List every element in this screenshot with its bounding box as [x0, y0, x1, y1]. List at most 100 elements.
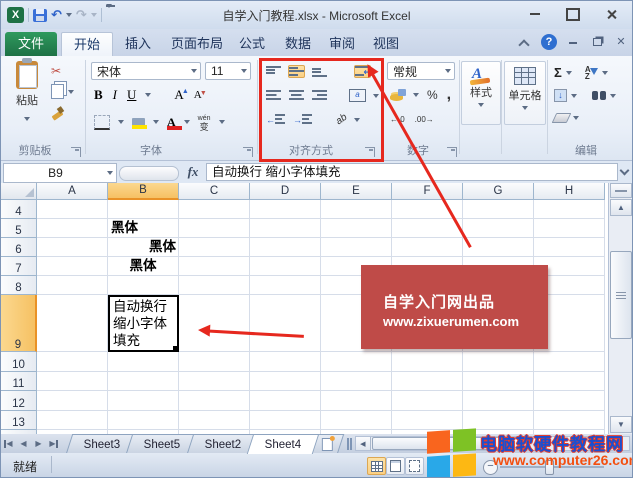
cell-F6[interactable] — [392, 238, 463, 257]
name-box[interactable]: B9 — [3, 163, 117, 183]
tab-page-layout[interactable]: 页面布局 — [159, 32, 235, 56]
select-all-corner[interactable] — [1, 183, 37, 200]
scroll-up-button[interactable]: ▲ — [610, 199, 632, 216]
column-header-C[interactable]: C — [179, 183, 250, 200]
workbook-restore-icon[interactable] — [589, 35, 605, 49]
column-header-G[interactable]: G — [463, 183, 534, 200]
cell-F11[interactable] — [392, 372, 463, 391]
row-header-13[interactable]: 13 — [1, 411, 37, 430]
column-header-H[interactable]: H — [534, 183, 605, 200]
cell-B12[interactable] — [108, 391, 179, 411]
number-dialog-launcher-icon[interactable] — [447, 147, 457, 157]
cell-B4[interactable] — [108, 200, 179, 219]
cell-D7[interactable] — [250, 257, 321, 276]
find-select-button[interactable] — [591, 90, 607, 101]
cells-dropdown-icon[interactable] — [522, 106, 528, 110]
column-header-B[interactable]: B — [108, 183, 179, 200]
sort-filter-dropdown-icon[interactable] — [601, 70, 608, 75]
row-header-6[interactable]: 6 — [1, 238, 37, 257]
cell-E4[interactable] — [321, 200, 392, 219]
autosum-dropdown-icon[interactable] — [565, 70, 572, 75]
font-size-combobox[interactable]: 11 — [205, 62, 251, 80]
cell-B8[interactable] — [108, 276, 179, 295]
cell-G6[interactable] — [463, 238, 534, 257]
format-painter-button[interactable] — [51, 106, 64, 119]
paste-button[interactable]: 粘贴 — [7, 58, 47, 126]
find-dropdown-icon[interactable] — [610, 93, 616, 98]
tab-split-handle[interactable] — [346, 434, 355, 453]
cell-A8[interactable] — [37, 276, 108, 295]
tab-insert[interactable]: 插入 — [113, 32, 163, 56]
column-header-F[interactable]: F — [392, 183, 463, 200]
accounting-format-button[interactable] — [389, 88, 406, 102]
cell-A5[interactable] — [37, 219, 108, 238]
cell-A11[interactable] — [37, 372, 108, 391]
maximize-button[interactable] — [560, 6, 586, 22]
cell-G4[interactable] — [463, 200, 534, 219]
cell-C8[interactable] — [179, 276, 250, 295]
normal-view-button[interactable] — [367, 457, 386, 475]
autosum-button[interactable]: Σ — [553, 64, 563, 81]
number-format-combobox[interactable]: 常规 — [387, 62, 455, 80]
minimize-ribbon-icon[interactable] — [519, 40, 529, 46]
cell-H10[interactable] — [534, 352, 605, 372]
cell-E13[interactable] — [321, 411, 392, 430]
cell-G10[interactable] — [463, 352, 534, 372]
last-sheet-button[interactable]: ▶ — [46, 434, 61, 453]
cell-F12[interactable] — [392, 391, 463, 411]
cell-G11[interactable] — [463, 372, 534, 391]
cell-F5[interactable] — [392, 219, 463, 238]
clipboard-dialog-launcher-icon[interactable] — [71, 147, 81, 157]
cell-D13[interactable] — [250, 411, 321, 430]
bold-button[interactable]: B — [93, 86, 104, 104]
fill-color-dropdown-icon[interactable] — [153, 120, 159, 124]
cell-C5[interactable] — [179, 219, 250, 238]
scroll-left-button[interactable]: ◀ — [355, 437, 371, 450]
insert-function-button[interactable]: fx — [181, 163, 205, 181]
underline-button[interactable]: U — [126, 86, 137, 104]
cells-button[interactable]: 单元格 — [504, 61, 546, 125]
cell-D5[interactable] — [250, 219, 321, 238]
sort-filter-button[interactable]: AZ — [584, 65, 599, 81]
cell-D4[interactable] — [250, 200, 321, 219]
styles-button[interactable]: A 样式 — [461, 61, 501, 125]
cell-C12[interactable] — [179, 391, 250, 411]
page-break-view-button[interactable] — [405, 457, 424, 475]
expand-formula-bar-icon[interactable] — [621, 167, 629, 175]
cell-E12[interactable] — [321, 391, 392, 411]
row-header-9[interactable]: 9 — [1, 295, 37, 352]
cell-H4[interactable] — [534, 200, 605, 219]
cell-D10[interactable] — [250, 352, 321, 372]
first-sheet-button[interactable]: ◀ — [1, 434, 16, 453]
tab-data[interactable]: 数据 — [273, 32, 323, 56]
cell-B6[interactable]: 黑体 — [108, 238, 179, 257]
font-color-button[interactable]: A — [166, 116, 182, 130]
cell-F10[interactable] — [392, 352, 463, 372]
italic-button[interactable]: I — [112, 86, 118, 104]
name-box-dropdown-icon[interactable] — [107, 171, 113, 175]
cell-A13[interactable] — [37, 411, 108, 430]
split-box[interactable] — [610, 183, 632, 198]
cell-D6[interactable] — [250, 238, 321, 257]
cell-H5[interactable] — [534, 219, 605, 238]
cell-H11[interactable] — [534, 372, 605, 391]
help-icon[interactable]: ? — [541, 34, 557, 50]
cell-G12[interactable] — [463, 391, 534, 411]
fill-button[interactable]: ↓ — [553, 88, 568, 103]
row-header-10[interactable]: 10 — [1, 352, 37, 372]
decrease-decimal-button[interactable]: .00→ — [414, 114, 435, 125]
column-header-E[interactable]: E — [321, 183, 392, 200]
cell-A10[interactable] — [37, 352, 108, 372]
cell-D12[interactable] — [250, 391, 321, 411]
underline-dropdown-icon[interactable] — [145, 93, 152, 97]
percent-style-button[interactable]: % — [426, 87, 439, 103]
next-sheet-button[interactable]: ▶ — [31, 434, 46, 453]
row-header-11[interactable]: 11 — [1, 372, 37, 391]
cell-C13[interactable] — [179, 411, 250, 430]
tab-file[interactable]: 文件 — [5, 32, 57, 56]
cell-H12[interactable] — [534, 391, 605, 411]
font-color-dropdown-icon[interactable] — [183, 120, 190, 124]
workbook-minimize-icon[interactable] — [565, 36, 581, 50]
cell-E11[interactable] — [321, 372, 392, 391]
paste-dropdown-icon[interactable] — [24, 117, 30, 121]
